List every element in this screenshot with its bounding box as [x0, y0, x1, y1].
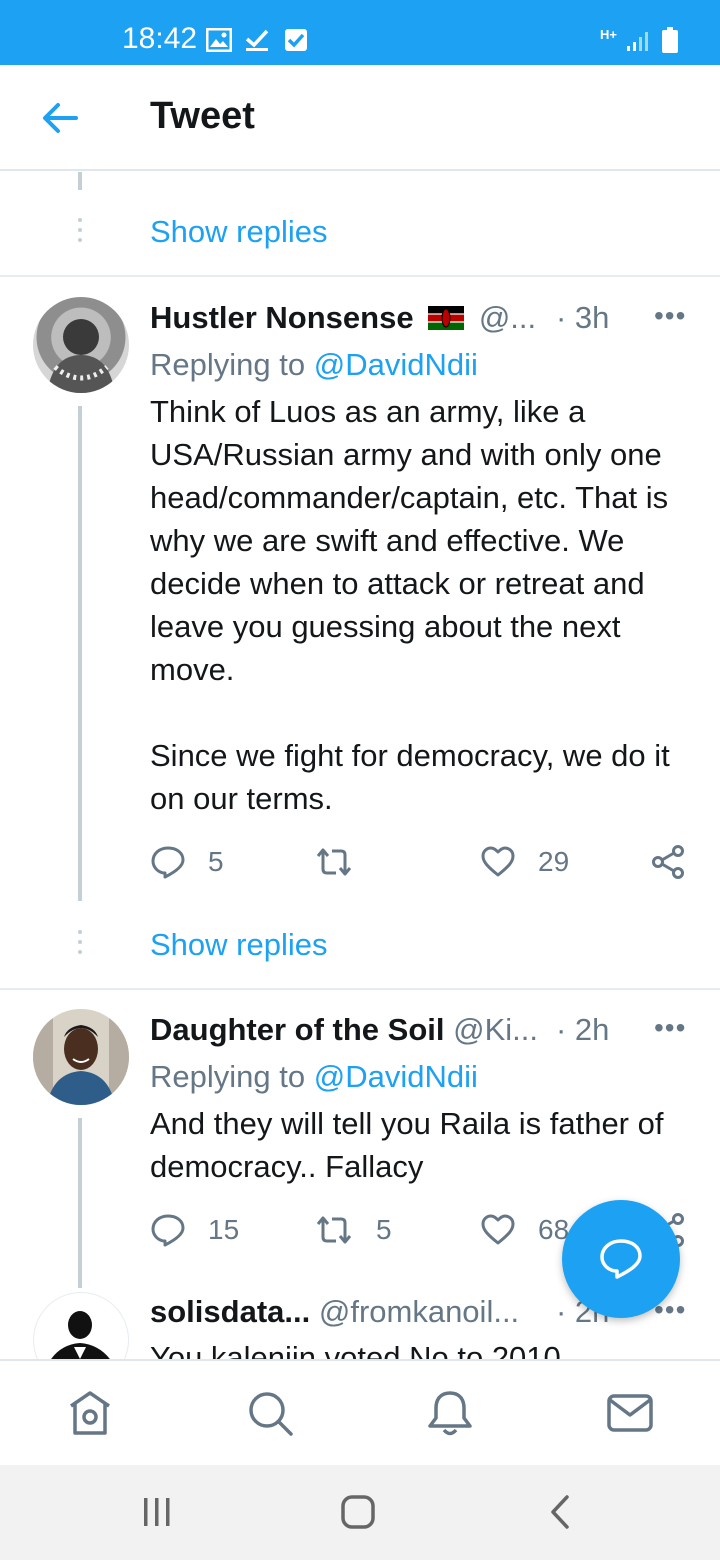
thread-line: [78, 406, 82, 901]
tweet-time: · 2h: [556, 1012, 610, 1047]
battery-icon: [662, 27, 678, 53]
top-header: Tweet: [0, 65, 720, 171]
show-replies-link[interactable]: Show replies: [150, 214, 327, 250]
retweet-button[interactable]: 5: [314, 1208, 392, 1252]
author-name[interactable]: Daughter of the Soil: [150, 1012, 445, 1047]
thread-dots: [78, 930, 82, 960]
author-row: solisdata... @fromkanoil...: [150, 1294, 519, 1330]
thread-dots: [78, 218, 82, 248]
signal-icon: [627, 32, 648, 51]
replying-label: Replying to: [150, 1059, 314, 1094]
share-icon: [652, 845, 684, 879]
tweet-text: You kalenjin voted No to 2010: [150, 1340, 561, 1359]
recent-apps-icon[interactable]: [140, 1495, 174, 1529]
author-handle: @...: [478, 300, 537, 335]
mention-link[interactable]: @DavidNdii: [314, 1059, 478, 1094]
notifications-icon[interactable]: [425, 1388, 475, 1438]
author-handle: @fromkanoil...: [318, 1294, 520, 1329]
author-row: Hustler Nonsense @...: [150, 300, 536, 336]
author-handle: @Ki...: [453, 1012, 538, 1047]
show-replies-link[interactable]: Show replies: [150, 927, 327, 963]
messages-icon[interactable]: [605, 1388, 655, 1438]
network-type-icon: H+: [600, 27, 617, 42]
arrow-left-icon[interactable]: [40, 98, 80, 138]
home-button-icon[interactable]: [340, 1494, 376, 1530]
compose-reply-icon: [600, 1239, 642, 1279]
tweet-text: And they will tell you Raila is father o…: [150, 1106, 673, 1184]
author-name[interactable]: Hustler Nonsense: [150, 300, 414, 335]
checkbox-icon: [285, 29, 307, 51]
more-options-icon[interactable]: •••: [654, 1012, 686, 1044]
like-count: 29: [538, 846, 570, 877]
home-icon[interactable]: [65, 1388, 115, 1438]
replying-label: Replying to: [150, 347, 314, 382]
retweet-count: 5: [376, 1214, 392, 1245]
bottom-navigation: [0, 1359, 720, 1465]
compose-reply-button[interactable]: [562, 1200, 680, 1318]
replying-to: Replying to @DavidNdii: [150, 1059, 478, 1095]
retweet-icon: [316, 1216, 352, 1244]
tweet-time: · 3h: [556, 300, 610, 335]
avatar[interactable]: [33, 1292, 129, 1359]
reply-button[interactable]: 15: [150, 1208, 239, 1252]
gallery-icon: [206, 28, 232, 52]
page-title: Tweet: [150, 95, 255, 137]
status-bar: 18:42 H+: [0, 0, 720, 65]
thread-line: [78, 1118, 82, 1288]
download-done-icon: [245, 29, 269, 51]
search-icon[interactable]: [245, 1388, 295, 1438]
author-name[interactable]: solisdata...: [150, 1294, 310, 1329]
reply-count: 5: [208, 846, 224, 877]
status-time: 18:42: [122, 22, 198, 55]
reply-button[interactable]: 5: [150, 840, 224, 884]
author-row: Daughter of the Soil @Ki...: [150, 1012, 538, 1048]
divider: [0, 988, 720, 990]
like-button[interactable]: 68: [480, 1208, 569, 1252]
tweet-text: Think of Luos as an army, like a USA/Rus…: [150, 394, 670, 816]
heart-icon: [481, 846, 515, 877]
kenya-flag-icon: [428, 302, 465, 330]
system-navigation-bar: [0, 1465, 720, 1560]
divider: [0, 275, 720, 277]
heart-icon: [481, 1214, 515, 1245]
like-button[interactable]: 29: [480, 840, 569, 884]
thread-line: [78, 172, 82, 190]
tweet-actions: 5 29: [150, 840, 690, 884]
retweet-button[interactable]: [314, 840, 376, 884]
reply-count: 15: [208, 1214, 240, 1245]
share-button[interactable]: [650, 840, 708, 884]
reply-icon: [151, 846, 185, 879]
reply-icon: [151, 1214, 185, 1247]
retweet-icon: [316, 848, 352, 876]
avatar[interactable]: [33, 1009, 129, 1105]
avatar[interactable]: [33, 297, 129, 393]
back-button-icon[interactable]: [545, 1494, 575, 1530]
mention-link[interactable]: @DavidNdii: [314, 347, 478, 382]
conversation-list[interactable]: Show replies Hustler Nonsense @... · 3h …: [0, 172, 720, 1359]
replying-to: Replying to @DavidNdii: [150, 347, 478, 383]
more-options-icon[interactable]: •••: [654, 300, 686, 332]
